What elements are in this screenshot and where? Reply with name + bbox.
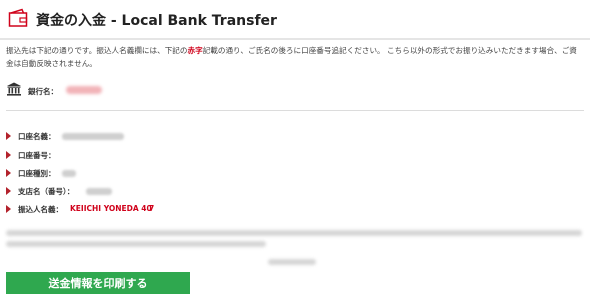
bullet-icon — [6, 151, 11, 159]
account-name-label: 口座名義： — [18, 132, 56, 141]
bank-name-label: 銀行名： — [28, 87, 58, 96]
bullet-icon — [6, 205, 11, 213]
branch-label: 支店名（番号）： — [18, 187, 75, 196]
print-transfer-info-button[interactable]: 送金情報を印刷する — [6, 272, 190, 294]
wallet-icon — [8, 8, 28, 27]
payer-name-label: 振込人名義： — [18, 205, 63, 214]
divider — [6, 110, 584, 111]
bullet-icon — [6, 132, 11, 140]
redacted-text-line — [268, 259, 316, 265]
page-title: 資金の入金 - Local Bank Transfer — [36, 13, 277, 29]
account-number-label: 口座番号： — [18, 151, 56, 160]
bank-name-value-redacted — [66, 86, 102, 94]
branch-value-redacted — [86, 188, 112, 195]
notice-highlight: 赤字 — [187, 46, 203, 55]
bullet-icon — [6, 169, 11, 177]
account-name-value-redacted — [62, 133, 124, 140]
notice-text: 振込先は下記の通りです。振込人名義欄には、下記の赤字記載の通り、ご氏名の後ろに口… — [6, 44, 584, 70]
page-header: 資金の入金 - Local Bank Transfer — [0, 0, 590, 40]
account-type-label: 口座種別： — [18, 169, 56, 178]
bank-icon — [7, 82, 21, 96]
notice-text-before: 振込先は下記の通りです。振込人名義欄には、下記の — [6, 46, 188, 55]
bullet-icon — [6, 187, 11, 195]
redacted-text-line — [6, 230, 582, 236]
payer-name-suffix: 7 — [149, 204, 155, 213]
redacted-text-line — [6, 241, 266, 247]
account-type-value-redacted — [62, 170, 76, 177]
payer-name-value: KEIICHI YONEDA 40 — [70, 204, 152, 213]
